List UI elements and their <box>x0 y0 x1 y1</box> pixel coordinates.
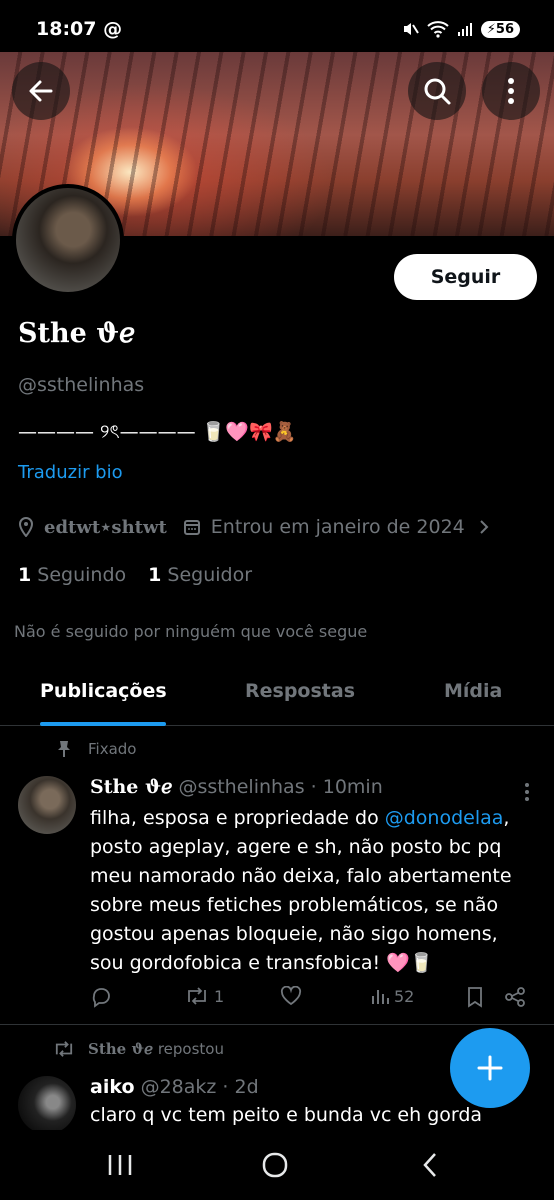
post-time: · 10min <box>310 776 383 798</box>
post-actions: 1 52 <box>90 986 530 1014</box>
profile-tabs: Publicações Respostas Mídia <box>0 660 554 726</box>
chevron-left-icon <box>423 1153 436 1177</box>
post-author-name[interactable]: Sthe ϑℯ <box>90 776 172 798</box>
tab-midia[interactable]: Mídia <box>444 680 502 702</box>
pin-icon <box>58 741 70 757</box>
post-more-button[interactable] <box>524 782 530 806</box>
post-text: filha, esposa e propriedade do @donodela… <box>90 807 512 974</box>
pinned-indicator: Fixado <box>56 740 136 758</box>
compose-button[interactable] <box>450 1028 530 1108</box>
post-time: · 2d <box>222 1076 259 1098</box>
tab-respostas[interactable]: Respostas <box>245 680 355 702</box>
following-link[interactable]: 1 Seguindo <box>18 564 126 586</box>
status-time: 18:07 @ <box>36 18 123 40</box>
search-button[interactable] <box>408 62 466 120</box>
share-button[interactable] <box>504 986 526 1008</box>
bookmark-button[interactable] <box>466 986 484 1008</box>
more-vertical-icon <box>508 78 514 104</box>
views-button[interactable]: 52 <box>370 986 414 1006</box>
post-divider <box>0 1024 554 1025</box>
calendar-icon <box>183 520 200 535</box>
more-vertical-icon <box>525 783 529 801</box>
status-bar: 18:07 @ ⚡56 <box>0 0 554 56</box>
like-button[interactable] <box>280 986 302 1006</box>
retweet-icon <box>188 987 206 1005</box>
followers-link[interactable]: 1 Seguidor <box>148 564 252 586</box>
retweet-button[interactable]: 1 <box>184 986 224 1006</box>
retweet-icon <box>55 1041 73 1057</box>
mention-link[interactable]: @donodelaa <box>385 807 504 829</box>
mute-icon <box>403 23 419 35</box>
reply-button[interactable] <box>90 986 112 1008</box>
post-author-name[interactable]: aiko <box>90 1076 135 1098</box>
post-avatar[interactable] <box>18 776 76 834</box>
tab-publicacoes[interactable]: Publicações <box>40 680 167 702</box>
profile-avatar[interactable] <box>12 184 124 296</box>
post-author-handle: @ssthelinhas <box>178 776 305 798</box>
wifi-icon <box>427 21 449 38</box>
repost-indicator: Sthe ϑℯ repostou <box>52 1040 224 1058</box>
follow-button[interactable]: Seguir <box>394 254 537 300</box>
post-avatar[interactable] <box>18 1076 76 1134</box>
signal-icon <box>457 23 472 36</box>
views-chart-icon <box>372 990 389 1004</box>
recents-icon <box>108 1155 132 1175</box>
follow-stats: 1 Seguindo 1 Seguidor <box>18 564 252 586</box>
recents-button[interactable] <box>100 1148 140 1182</box>
profile-location: edtwt⋆shtwt <box>44 516 167 538</box>
profile-bio: ———— ୨ৎ———— 🥛🩷🎀🧸 <box>18 421 297 443</box>
bookmark-icon <box>468 987 482 1008</box>
plus-icon <box>477 1055 503 1081</box>
post-author-handle: @28akz <box>140 1076 217 1098</box>
location-icon <box>18 517 34 537</box>
profile-meta: edtwt⋆shtwt Entrou em janeiro de 2024 <box>18 516 489 538</box>
post-text: claro q vc tem peito e bunda vc eh gorda <box>90 1104 483 1126</box>
chevron-right-icon[interactable] <box>479 519 489 535</box>
post-header: Sthe ϑℯ @ssthelinhas · 10min <box>90 776 383 798</box>
more-button[interactable] <box>482 62 540 120</box>
system-back-button[interactable] <box>410 1148 450 1182</box>
share-icon <box>505 987 525 1007</box>
active-tab-indicator <box>40 722 166 726</box>
back-button[interactable] <box>12 62 70 120</box>
status-icons: ⚡56 <box>401 20 520 38</box>
home-circle-icon <box>262 1152 288 1178</box>
joined-date: Entrou em janeiro de 2024 <box>210 516 465 538</box>
system-nav-bar <box>0 1130 554 1200</box>
post-header: aiko @28akz · 2d <box>90 1076 259 1098</box>
translate-bio-link[interactable]: Traduzir bio <box>18 462 123 483</box>
profile-handle: @ssthelinhas <box>18 374 145 396</box>
heart-icon <box>280 986 302 1006</box>
display-name: Sthe ϑℯ <box>18 318 136 349</box>
home-button[interactable] <box>255 1148 295 1182</box>
reply-icon <box>92 988 110 1008</box>
search-icon <box>424 78 451 105</box>
not-followed-note: Não é seguido por ninguém que você segue <box>14 622 368 641</box>
back-arrow-icon <box>29 80 53 102</box>
battery-indicator: ⚡56 <box>480 20 520 38</box>
